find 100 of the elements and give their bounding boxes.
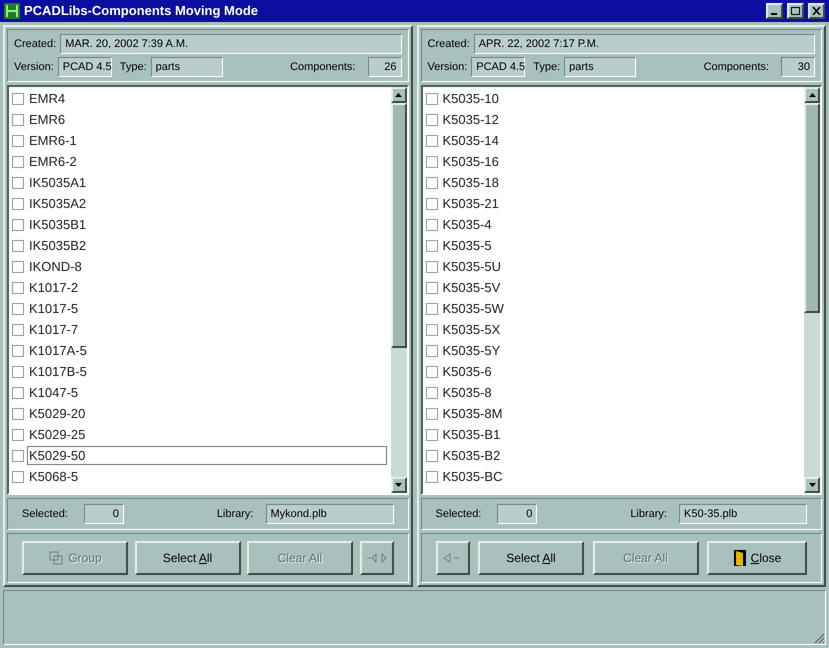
checkbox[interactable] bbox=[12, 408, 24, 420]
component-item[interactable]: K5068-5 bbox=[27, 467, 390, 486]
component-item[interactable]: K5035-5Y bbox=[440, 341, 804, 360]
component-item[interactable]: IK5035A1 bbox=[27, 173, 390, 192]
checkbox[interactable] bbox=[426, 218, 438, 230]
checkbox[interactable] bbox=[12, 302, 24, 314]
component-item[interactable]: K1017A-5 bbox=[27, 341, 390, 360]
component-item[interactable]: IKOND-8 bbox=[27, 257, 390, 276]
checkbox[interactable] bbox=[12, 324, 24, 336]
checkbox[interactable] bbox=[12, 450, 24, 462]
checkbox[interactable] bbox=[426, 344, 438, 356]
scroll-up-button[interactable] bbox=[804, 87, 820, 103]
scrollbar[interactable] bbox=[804, 87, 820, 493]
checkbox[interactable] bbox=[12, 218, 24, 230]
select-all-button[interactable]: Select All bbox=[134, 541, 240, 575]
checkbox[interactable] bbox=[426, 428, 438, 440]
up-arrow-icon bbox=[395, 93, 402, 97]
checkbox[interactable] bbox=[12, 176, 24, 188]
component-item[interactable]: IK5035B2 bbox=[27, 236, 390, 255]
component-item[interactable]: K5029-20 bbox=[27, 404, 390, 423]
component-item[interactable]: K5029-50 bbox=[27, 446, 386, 465]
component-item[interactable]: K5035-10 bbox=[440, 89, 804, 108]
checkbox[interactable] bbox=[12, 344, 24, 356]
scroll-down-button[interactable] bbox=[390, 477, 406, 493]
scroll-down-button[interactable] bbox=[804, 477, 820, 493]
component-item[interactable]: K5035-21 bbox=[440, 194, 804, 213]
scrollbar[interactable] bbox=[390, 87, 406, 493]
close-button[interactable]: Close bbox=[707, 541, 807, 575]
checkbox[interactable] bbox=[426, 282, 438, 294]
checkbox[interactable] bbox=[426, 470, 438, 482]
checkbox[interactable] bbox=[12, 156, 24, 168]
component-item[interactable]: EMR4 bbox=[27, 89, 390, 108]
component-item[interactable]: EMR6-2 bbox=[27, 152, 390, 171]
component-item[interactable]: K5035-18 bbox=[440, 173, 804, 192]
component-item[interactable]: K5035-5V bbox=[440, 278, 804, 297]
component-item[interactable]: K5035-8 bbox=[440, 383, 804, 402]
type-label: Type: bbox=[120, 60, 147, 75]
checkbox[interactable] bbox=[12, 428, 24, 440]
component-item[interactable]: K1017-7 bbox=[27, 320, 390, 339]
checkbox[interactable] bbox=[12, 282, 24, 294]
checkbox[interactable] bbox=[12, 470, 24, 482]
checkbox[interactable] bbox=[426, 324, 438, 336]
component-item[interactable]: EMR6 bbox=[27, 110, 390, 129]
component-item[interactable]: K5035-5W bbox=[440, 299, 804, 318]
component-item[interactable]: K5035-12 bbox=[440, 110, 804, 129]
version-label: Version: bbox=[14, 60, 54, 75]
checkbox[interactable] bbox=[426, 450, 438, 462]
maximize-icon bbox=[791, 7, 800, 15]
component-item[interactable]: K5035-14 bbox=[440, 131, 804, 150]
close-button[interactable] bbox=[808, 3, 825, 19]
select-all-button[interactable]: Select All bbox=[478, 541, 584, 575]
checkbox[interactable] bbox=[12, 114, 24, 126]
component-item[interactable]: K5035-4 bbox=[440, 215, 804, 234]
checkbox[interactable] bbox=[426, 156, 438, 168]
library-label: Library: bbox=[630, 506, 667, 522]
checkbox[interactable] bbox=[426, 92, 438, 104]
checkbox[interactable] bbox=[426, 240, 438, 252]
component-item[interactable]: K5035-BC bbox=[440, 467, 804, 486]
component-item[interactable]: K5035-5U bbox=[440, 257, 804, 276]
checkbox[interactable] bbox=[12, 240, 24, 252]
component-item[interactable]: K5035-B2 bbox=[440, 446, 804, 465]
component-item[interactable]: IK5035A2 bbox=[27, 194, 390, 213]
checkbox[interactable] bbox=[12, 366, 24, 378]
version-field: PCAD 4.5 bbox=[471, 57, 526, 77]
component-item[interactable]: EMR6-1 bbox=[27, 131, 390, 150]
component-item[interactable]: K1017-5 bbox=[27, 299, 390, 318]
scroll-up-button[interactable] bbox=[390, 87, 406, 103]
components-label: Components: bbox=[704, 60, 769, 75]
minimize-button[interactable] bbox=[766, 3, 783, 19]
checkbox[interactable] bbox=[426, 366, 438, 378]
maximize-button[interactable] bbox=[787, 3, 804, 19]
checkbox[interactable] bbox=[426, 260, 438, 272]
component-item[interactable]: K5035-8M bbox=[440, 404, 804, 423]
created-label: Created: bbox=[14, 36, 56, 52]
component-item[interactable]: IK5035B1 bbox=[27, 215, 390, 234]
component-item[interactable]: K5029-25 bbox=[27, 425, 390, 444]
checkbox[interactable] bbox=[426, 386, 438, 398]
checkbox[interactable] bbox=[426, 176, 438, 188]
scroll-thumb[interactable] bbox=[390, 103, 406, 348]
checkbox[interactable] bbox=[426, 134, 438, 146]
component-item[interactable]: K5035-B1 bbox=[440, 425, 804, 444]
component-item[interactable]: K1047-5 bbox=[27, 383, 390, 402]
checkbox[interactable] bbox=[426, 114, 438, 126]
checkbox[interactable] bbox=[12, 134, 24, 146]
checkbox[interactable] bbox=[12, 260, 24, 272]
checkbox[interactable] bbox=[426, 302, 438, 314]
checkbox[interactable] bbox=[426, 198, 438, 210]
component-item[interactable]: K5035-6 bbox=[440, 362, 804, 381]
components-field: 26 bbox=[368, 57, 402, 77]
checkbox[interactable] bbox=[12, 92, 24, 104]
component-item[interactable]: K5035-5X bbox=[440, 320, 804, 339]
component-item[interactable]: K1017-2 bbox=[27, 278, 390, 297]
checkbox[interactable] bbox=[12, 386, 24, 398]
version-field: PCAD 4.5 bbox=[58, 57, 112, 77]
checkbox[interactable] bbox=[12, 198, 24, 210]
checkbox[interactable] bbox=[426, 408, 438, 420]
scroll-thumb[interactable] bbox=[804, 103, 820, 313]
component-item[interactable]: K5035-16 bbox=[440, 152, 804, 171]
component-item[interactable]: K5035-5 bbox=[440, 236, 804, 255]
component-item[interactable]: K1017B-5 bbox=[27, 362, 390, 381]
